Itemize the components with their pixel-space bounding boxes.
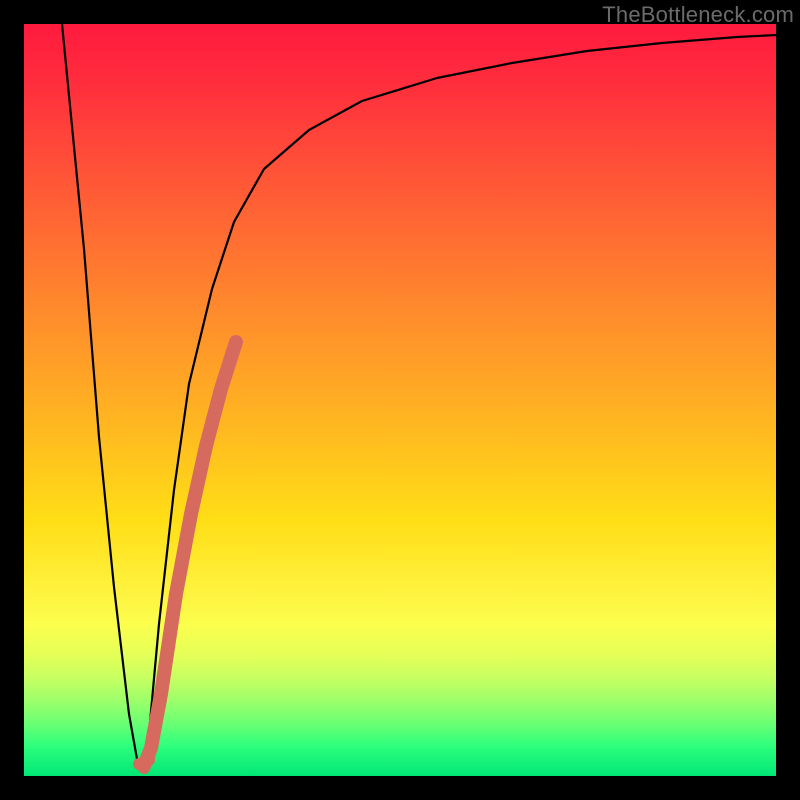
curve-overlay	[24, 24, 776, 776]
watermark-text: TheBottleneck.com	[602, 2, 794, 28]
highlight-segment	[144, 342, 236, 766]
outer-frame: TheBottleneck.com	[0, 0, 800, 800]
marker-dot	[143, 754, 155, 766]
